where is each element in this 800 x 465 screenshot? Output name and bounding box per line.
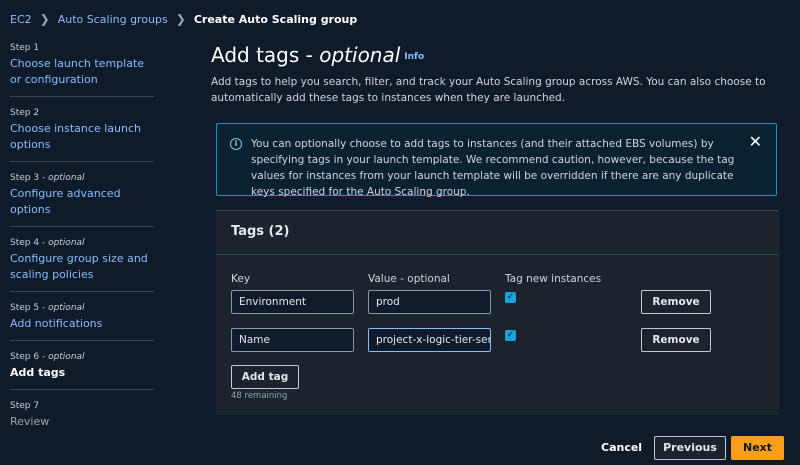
step-label: Step 7 <box>10 401 40 411</box>
key-column-label: Key <box>231 273 251 285</box>
step-link-add-notifications[interactable]: Add notifications <box>10 316 154 332</box>
step-link-group-size[interactable]: Configure group size and scaling policie… <box>10 251 154 283</box>
main-content: Add tags - optional Info Add tags to help… <box>211 40 786 415</box>
cancel-button[interactable]: Cancel <box>601 441 642 454</box>
step-link-advanced-options[interactable]: Configure advanced options <box>10 186 154 218</box>
remove-tag-button[interactable]: Remove <box>641 328 711 352</box>
tag-value-input[interactable]: project-x-logic-tier-serve <box>368 328 491 352</box>
close-icon[interactable]: ✕ <box>749 134 762 150</box>
info-link[interactable]: Info <box>404 52 424 62</box>
wizard-step-6: Step 6 - optional Add tags <box>10 349 154 390</box>
previous-button[interactable]: Previous <box>654 436 726 460</box>
step-link-instance-launch-options[interactable]: Choose instance launch options <box>10 121 154 153</box>
remove-tag-button[interactable]: Remove <box>641 290 711 314</box>
step-review: Review <box>10 415 50 428</box>
step-label: Step 5 - optional <box>10 303 85 313</box>
tags-remaining-count: 48 remaining <box>231 391 288 401</box>
tags-panel: Tags (2) Key Value - optional Tag new in… <box>216 210 779 415</box>
wizard-step-7: Step 7 Review <box>10 398 154 438</box>
info-alert: i You can optionally choose to add tags … <box>216 123 777 198</box>
step-link-choose-launch-template[interactable]: Choose launch template or configuration <box>10 56 154 88</box>
step-label: Step 6 - optional <box>10 352 85 362</box>
chevron-right-icon: ❯ <box>39 12 50 26</box>
tag-new-instances-checkbox[interactable]: ✓ <box>505 292 516 303</box>
tag-key-input[interactable]: Name <box>231 328 354 352</box>
chevron-right-icon: ❯ <box>175 12 186 26</box>
breadcrumb-asg-link[interactable]: Auto Scaling groups <box>58 13 168 26</box>
wizard-step-3: Step 3 - optional Configure advanced opt… <box>10 170 154 227</box>
step-label: Step 1 <box>10 43 40 53</box>
step-label: Step 3 - optional <box>10 173 85 183</box>
wizard-step-5: Step 5 - optional Add notifications <box>10 300 154 341</box>
tag-new-instances-column-label: Tag new instances <box>505 273 602 285</box>
page-title: Add tags - optional Info <box>211 43 425 67</box>
wizard-step-1: Step 1 Choose launch template or configu… <box>10 40 154 97</box>
tag-new-instances-checkbox[interactable]: ✓ <box>505 330 516 341</box>
step-label: Step 2 <box>10 108 40 118</box>
alert-text: You can optionally choose to add tags to… <box>251 138 735 198</box>
add-tag-button[interactable]: Add tag <box>231 365 299 389</box>
tags-panel-header: Tags (2) <box>216 211 779 255</box>
breadcrumb-current: Create Auto Scaling group <box>193 12 358 26</box>
tag-value-input[interactable]: prod <box>368 290 491 314</box>
value-column-label: Value - optional <box>368 273 450 285</box>
wizard-step-4: Step 4 - optional Configure group size a… <box>10 235 154 292</box>
wizard-step-2: Step 2 Choose instance launch options <box>10 105 154 162</box>
tag-key-input[interactable]: Environment <box>231 290 354 314</box>
step-current-add-tags: Add tags <box>10 366 66 379</box>
breadcrumb-ec2-link[interactable]: EC2 <box>10 13 32 26</box>
wizard-steps-sidebar: Step 1 Choose launch template or configu… <box>10 40 154 446</box>
next-button[interactable]: Next <box>731 436 784 460</box>
info-circle-icon: i <box>230 138 242 150</box>
page-description: Add tags to help you search, filter, and… <box>211 75 766 104</box>
step-label: Step 4 - optional <box>10 238 85 248</box>
breadcrumb: EC2 ❯ Auto Scaling groups ❯ Create Auto … <box>10 12 357 26</box>
